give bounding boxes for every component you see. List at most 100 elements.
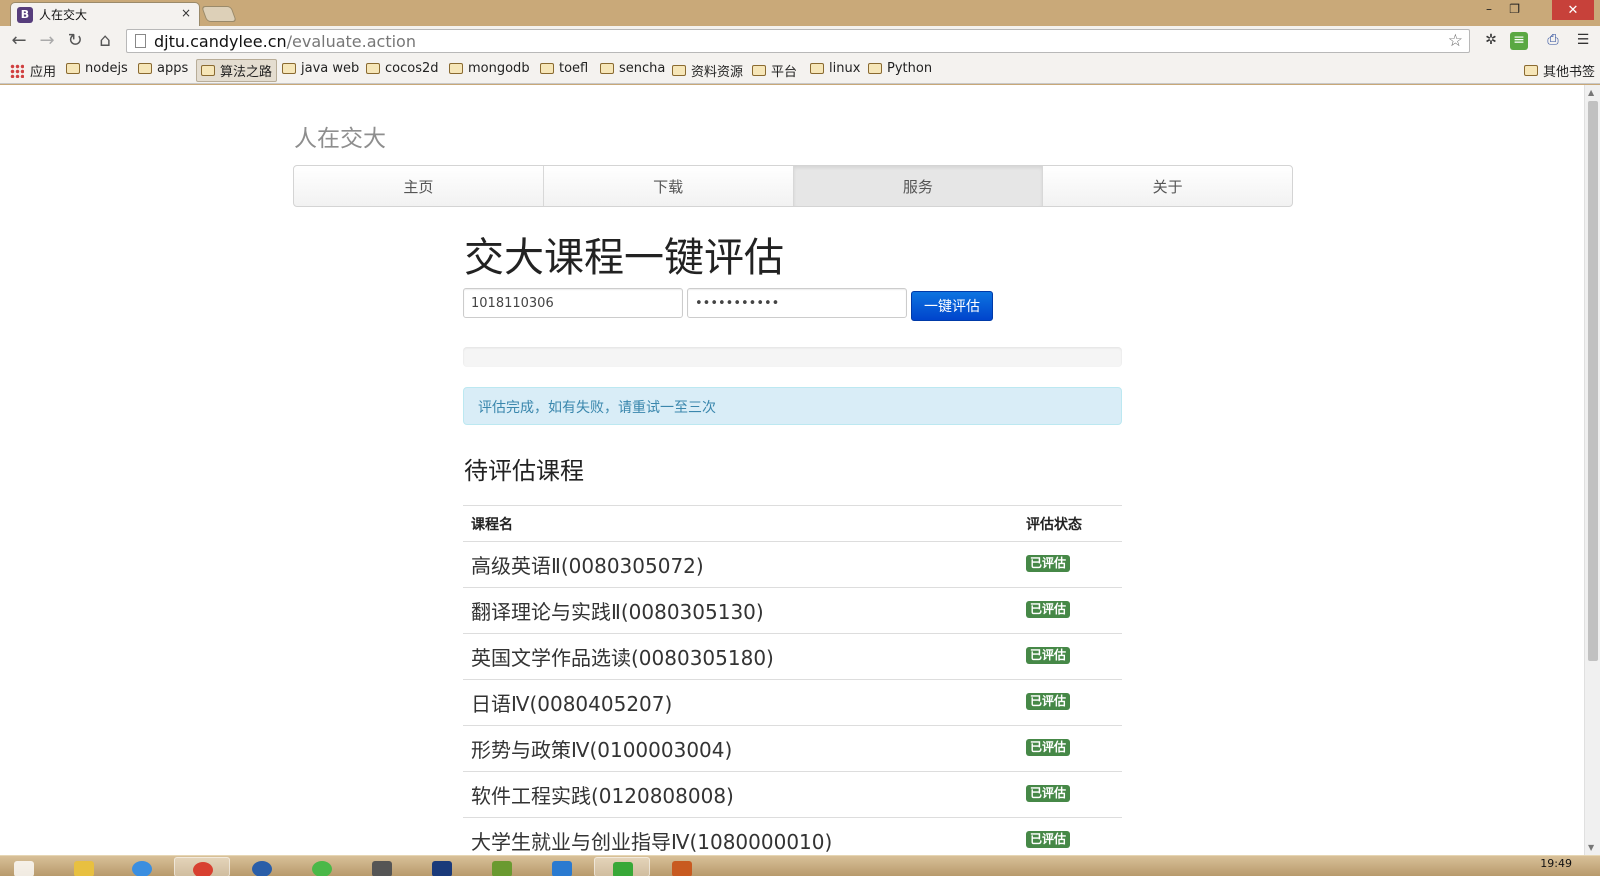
bookmark-label: 应用	[30, 65, 57, 80]
bookmark-label: 平台	[771, 65, 798, 80]
scrollbar-thumb[interactable]	[1588, 101, 1598, 661]
nav-item-about[interactable]: 关于	[1043, 166, 1292, 206]
taskbar-app[interactable]	[654, 857, 710, 876]
course-name: 大学生就业与创业指导Ⅳ(1080000010)	[463, 817, 1018, 855]
taskbar-app[interactable]	[294, 857, 350, 876]
column-header-course-name: 课程名	[463, 505, 1018, 542]
bookmark-label: mongodb	[468, 61, 530, 76]
bookmark-label: Python	[887, 61, 933, 76]
browser-titlebar: B 人在交大 × – ❐ ✕	[0, 0, 1600, 26]
bookmark-other[interactable]: 其他书签	[1524, 61, 1595, 80]
bookmark-folder[interactable]: sencha	[600, 61, 665, 76]
bookmark-folder[interactable]: java web	[282, 61, 359, 76]
green-app-icon	[312, 861, 332, 876]
start-button[interactable]	[0, 857, 56, 876]
folder-icon	[868, 63, 882, 74]
address-bar[interactable]: djtu.candylee.cn/evaluate.action ☆	[126, 29, 1470, 53]
taskbar-app[interactable]	[56, 857, 112, 876]
bookmark-folder[interactable]: linux	[810, 61, 860, 76]
bookmark-label: apps	[157, 61, 189, 76]
bookmark-label: linux	[829, 61, 861, 76]
new-tab-button[interactable]	[201, 6, 237, 22]
status-badge: 已评估	[1026, 831, 1071, 848]
bookmark-label: cocos2d	[385, 61, 439, 76]
back-icon[interactable]: ←	[8, 30, 30, 51]
folder-icon	[752, 65, 766, 76]
folder-icon	[449, 63, 463, 74]
page-title: 交大课程一键评估	[464, 235, 784, 281]
bookmark-folder[interactable]: toefl	[540, 61, 588, 76]
course-name: 英国文学作品选读(0080305180)	[463, 633, 1018, 680]
bookmark-apps[interactable]: 应用	[10, 61, 56, 80]
status-cell: 已评估	[1018, 817, 1122, 855]
table-row: 形势与政策Ⅳ(0100003004) 已评估	[463, 725, 1122, 772]
table-row: 翻译理论与实践Ⅱ(0080305130) 已评估	[463, 587, 1122, 634]
table-row: 高级英语Ⅱ(0080305072) 已评估	[463, 541, 1122, 588]
table-row: 大学生就业与创业指导Ⅳ(1080000010) 已评估	[463, 817, 1122, 855]
taskbar-app[interactable]	[534, 857, 590, 876]
taskbar-app[interactable]	[354, 857, 410, 876]
vertical-scrollbar[interactable]: ▲ ▼	[1584, 85, 1600, 855]
menu-icon[interactable]: ☰	[1574, 32, 1592, 50]
bookmark-folder[interactable]: 资料资源	[672, 61, 743, 80]
site-brand[interactable]: 人在交大	[294, 119, 386, 153]
minimize-icon[interactable]: –	[1486, 2, 1492, 16]
bootstrap-favicon-icon: B	[17, 6, 33, 23]
course-list-title: 待评估课程	[464, 457, 584, 485]
terminal-icon	[372, 861, 392, 876]
bookmark-folder[interactable]: 平台	[752, 61, 797, 80]
reload-icon[interactable]: ↻	[64, 30, 86, 51]
folder-icon	[66, 63, 80, 74]
bookmarks-bar: 应用 nodejs apps 算法之路 java web cocos2d mon…	[0, 56, 1600, 84]
apps-grid-icon	[10, 63, 24, 78]
print-icon[interactable]: ⎙	[1544, 32, 1562, 50]
bookmark-star-icon[interactable]: ☆	[1448, 31, 1463, 51]
table-row: 英国文学作品选读(0080305180) 已评估	[463, 633, 1122, 680]
extension-green-icon[interactable]: ≡	[1510, 32, 1528, 50]
student-id-input[interactable]	[463, 288, 683, 318]
taskbar-clock[interactable]: 19:49	[1540, 857, 1572, 870]
bookmark-folder[interactable]: apps	[138, 61, 188, 76]
url-host: djtu.candylee.cn	[154, 31, 287, 51]
taskbar-app[interactable]	[414, 857, 470, 876]
tab-close-icon[interactable]: ×	[181, 6, 191, 20]
status-badge: 已评估	[1026, 785, 1071, 802]
folder-icon	[366, 63, 380, 74]
k-app-icon	[492, 861, 512, 876]
restore-icon[interactable]: ❐	[1509, 2, 1520, 16]
course-table: 课程名 评估状态 高级英语Ⅱ(0080305072) 已评估 翻译理论与实践Ⅱ(…	[463, 505, 1122, 855]
scroll-up-icon[interactable]: ▲	[1588, 88, 1594, 97]
os-taskbar: 19:49	[0, 855, 1600, 876]
browser-tab[interactable]: B 人在交大 ×	[10, 2, 200, 26]
password-input[interactable]	[687, 288, 907, 318]
status-cell: 已评估	[1018, 633, 1122, 680]
nav-item-download[interactable]: 下载	[544, 166, 794, 206]
taskbar-app[interactable]	[234, 857, 290, 876]
bookmark-label: 资料资源	[691, 65, 744, 80]
bookmark-label: sencha	[619, 61, 666, 76]
taskbar-app[interactable]	[114, 857, 170, 876]
nav-item-home[interactable]: 主页	[294, 166, 544, 206]
bookmark-folder-active[interactable]: 算法之路	[196, 59, 278, 82]
folder-icon	[138, 63, 152, 74]
extension-bug-icon[interactable]: ✲	[1482, 32, 1500, 50]
scroll-down-icon[interactable]: ▼	[1588, 843, 1594, 852]
bookmark-folder[interactable]: cocos2d	[366, 61, 439, 76]
taskbar-app[interactable]	[474, 857, 530, 876]
home-icon[interactable]: ⌂	[94, 30, 116, 51]
evaluate-button[interactable]: 一键评估	[911, 291, 993, 321]
bookmark-folder[interactable]: Python	[868, 61, 932, 76]
taskbar-app-active[interactable]	[174, 857, 230, 876]
page-icon	[135, 34, 146, 48]
window-close-icon[interactable]: ✕	[1552, 0, 1594, 20]
bookmark-folder[interactable]: mongodb	[449, 61, 530, 76]
forward-icon[interactable]: →	[36, 30, 58, 51]
progress-bar	[463, 347, 1122, 367]
status-cell: 已评估	[1018, 541, 1122, 588]
network-app-icon	[252, 861, 272, 876]
taskbar-app[interactable]	[594, 857, 650, 876]
table-header-row: 课程名 评估状态	[463, 505, 1122, 542]
nav-item-service[interactable]: 服务	[793, 166, 1044, 206]
bookmark-folder[interactable]: nodejs	[66, 61, 128, 76]
status-cell: 已评估	[1018, 725, 1122, 772]
